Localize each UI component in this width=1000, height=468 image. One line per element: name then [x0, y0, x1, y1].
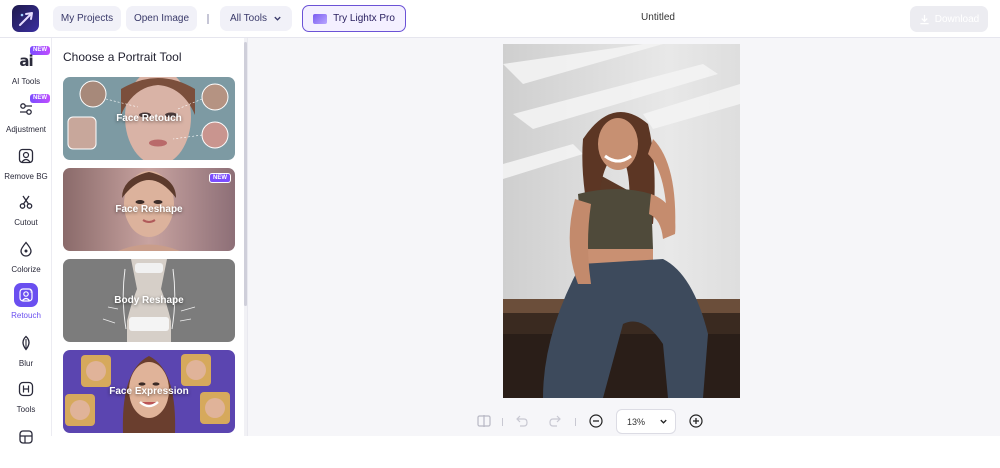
- retouch-icon: [14, 283, 38, 307]
- try-pro-button[interactable]: Try Lightx Pro: [302, 5, 406, 32]
- sidebar-item-more[interactable]: [0, 422, 52, 468]
- zoom-level-dropdown[interactable]: 13%: [616, 409, 676, 434]
- sidebar-item-label: Blur: [18, 359, 34, 368]
- all-tools-dropdown[interactable]: All Tools: [220, 6, 292, 31]
- face-reshape-card[interactable]: NEW Face Reshape: [63, 168, 235, 251]
- portrait-photo: [503, 44, 740, 398]
- download-icon: [920, 14, 929, 24]
- sidebar-item-label: Colorize: [11, 265, 41, 274]
- undo-icon[interactable]: [514, 413, 530, 429]
- body-reshape-label: Body Reshape: [114, 295, 184, 306]
- body-reshape-card[interactable]: Body Reshape: [63, 259, 235, 342]
- top-bar: My Projects Open Image All Tools Try Lig…: [0, 0, 1000, 38]
- zoom-out-icon[interactable]: [588, 413, 604, 429]
- new-badge: NEW: [30, 46, 50, 55]
- pro-icon: [313, 13, 328, 24]
- face-reshape-label: Face Reshape: [115, 204, 183, 215]
- document-title[interactable]: Untitled: [600, 12, 716, 23]
- app-logo[interactable]: [12, 5, 39, 32]
- sidebar-item-label: AI Tools: [11, 77, 41, 86]
- frame-icon: [14, 425, 38, 449]
- sidebar-item-adjustment[interactable]: NEW Adjustment: [0, 94, 52, 140]
- my-projects-button[interactable]: My Projects: [53, 6, 121, 31]
- sidebar-item-cutout[interactable]: Cutout: [0, 187, 52, 233]
- sidebar-item-remove-bg[interactable]: Remove BG: [0, 141, 52, 187]
- sidebar-item-retouch[interactable]: Retouch: [0, 280, 52, 326]
- droplet-icon: [14, 237, 38, 261]
- leaf-icon: [14, 331, 38, 355]
- new-badge: NEW: [30, 94, 50, 103]
- all-tools-label: All Tools: [229, 13, 268, 24]
- panel-title: Choose a Portrait Tool: [63, 50, 182, 64]
- sidebar-item-label: Remove BG: [4, 172, 48, 181]
- scissors-icon: [14, 190, 38, 214]
- face-expression-card[interactable]: Face Expression: [63, 350, 235, 433]
- sidebar-item-label: Adjustment: [5, 125, 47, 134]
- panel-scrollbar-thumb[interactable]: [244, 42, 247, 306]
- try-pro-label: Try Lightx Pro: [333, 13, 395, 24]
- sidebar-item-blur[interactable]: Blur: [0, 328, 52, 374]
- chevron-down-icon: [274, 16, 281, 21]
- zoom-level-value: 13%: [627, 416, 646, 427]
- tools-icon: [14, 377, 38, 401]
- toolbar-separator: [207, 14, 209, 24]
- face-retouch-card[interactable]: Face Retouch: [63, 77, 235, 160]
- zoom-in-icon[interactable]: [688, 413, 704, 429]
- sidebar-item-colorize[interactable]: Colorize: [0, 234, 52, 280]
- sidebar-item-ai-tools[interactable]: ai NEW AI Tools: [0, 46, 52, 92]
- download-button[interactable]: Download: [910, 6, 988, 32]
- canvas-image[interactable]: [503, 44, 740, 398]
- sidebar-item-label: Cutout: [14, 218, 38, 227]
- canvas-toolbar: 13%: [470, 409, 720, 434]
- toolbar-separator: [502, 418, 503, 426]
- sidebar-item-tools[interactable]: Tools: [0, 374, 52, 420]
- redo-icon[interactable]: [547, 413, 563, 429]
- portrait-tool-panel: Choose a Portrait Tool Face Retouch NEW …: [52, 38, 248, 436]
- toolbar-separator: [575, 418, 576, 426]
- remove-bg-icon: [14, 144, 38, 168]
- compare-icon[interactable]: [476, 413, 492, 429]
- logo-icon: [18, 11, 33, 26]
- sidebar-item-label: Tools: [16, 405, 36, 414]
- sidebar-item-label: Retouch: [11, 311, 41, 320]
- download-label: Download: [934, 13, 980, 25]
- open-image-button[interactable]: Open Image: [126, 6, 197, 31]
- tool-sidebar: ai NEW AI Tools NEW Adjustment Remove BG…: [0, 38, 52, 444]
- face-expression-label: Face Expression: [109, 386, 189, 397]
- chevron-down-icon: [660, 419, 667, 424]
- face-retouch-label: Face Retouch: [116, 113, 182, 124]
